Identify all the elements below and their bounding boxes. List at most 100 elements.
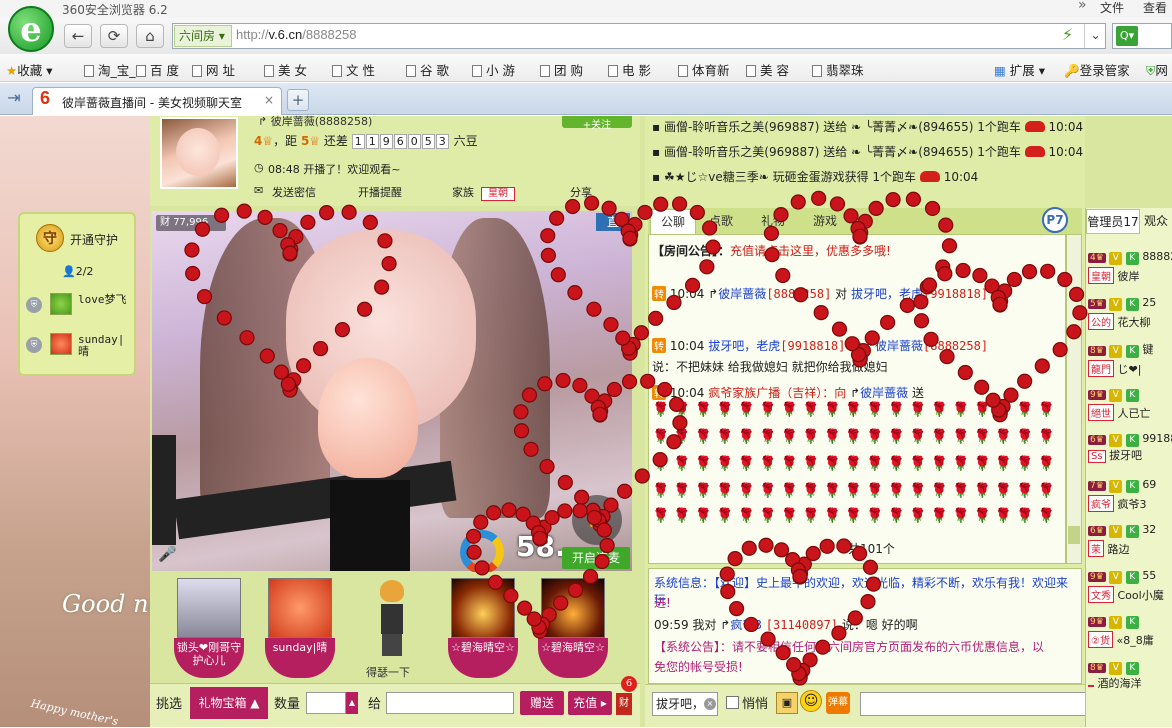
family-badge[interactable]: 皇朝 — [481, 187, 515, 201]
chat-scrollbar[interactable] — [1066, 234, 1082, 564]
lightning-icon[interactable]: ⚡ — [1062, 25, 1073, 44]
user-row[interactable]: 8♛ V K 酒的海洋 — [1088, 660, 1172, 702]
recharge-button[interactable]: 充值 ▸ — [568, 691, 612, 715]
menu-overflow-icon[interactable]: » — [1078, 0, 1087, 13]
k-icon: K — [1125, 252, 1139, 265]
tab-admins[interactable]: 管理员17 — [1086, 209, 1140, 234]
whisper-checkbox[interactable] — [726, 696, 739, 709]
microphone-icon[interactable]: 🎤 — [158, 545, 177, 563]
send-message-link[interactable]: 发送密信 — [272, 184, 316, 200]
user-row[interactable]: 9♛ V K 絕世 人已亡 — [1088, 387, 1172, 429]
volume-meter[interactable] — [152, 435, 176, 545]
smiley-icon[interactable]: ☺ — [800, 690, 822, 712]
url-text[interactable]: http://v.6.cn/8888258 — [236, 27, 356, 42]
gift-card[interactable]: ☆碧海晴空☆ — [448, 578, 518, 678]
home-button[interactable]: ⌂ — [136, 24, 164, 48]
quantity-dropdown-icon[interactable]: ▲ — [346, 692, 358, 714]
clear-icon[interactable]: × — [704, 698, 716, 710]
guard-member[interactable]: ⛨ love梦飞 — [24, 292, 134, 318]
wealth-badge[interactable]: 财 — [616, 693, 632, 715]
gift-card[interactable]: ☆碧海晴空☆ — [538, 578, 608, 678]
login-manager[interactable]: 🔑登录管家 — [1064, 60, 1130, 79]
user-row[interactable]: 8♛ V K 键龍門 じ❤| — [1088, 341, 1172, 383]
gift-box-button[interactable]: 礼物宝箱 ▲ — [190, 687, 268, 719]
tab-song[interactable]: 点歌 — [698, 209, 744, 234]
user-level: 6 — [1090, 526, 1096, 536]
gift-card[interactable]: sunday|晴 — [265, 578, 335, 678]
tab-public-chat[interactable]: 公聊 — [650, 209, 696, 234]
guard-member[interactable]: ⛨ sunday|晴 — [24, 332, 134, 358]
send-gift-button[interactable]: 赠送 — [520, 691, 564, 715]
back-button[interactable]: ← — [64, 24, 92, 48]
new-tab-button[interactable]: + — [287, 89, 309, 111]
user-row[interactable]: 6♛ V K 32 茉 路边 — [1088, 523, 1172, 565]
level-to-text: ，距 — [273, 134, 298, 148]
sidebar-toggle-icon[interactable]: ⇥ — [0, 85, 28, 113]
user-row[interactable]: 6♛ V K 99188 Ss 拔牙吧 — [1088, 432, 1172, 474]
caption-icon[interactable]: 弹幕 — [826, 692, 850, 714]
recipient-input[interactable] — [386, 692, 514, 714]
user-row[interactable]: 5♛ V K 25 公的 花大柳 — [1088, 296, 1172, 338]
scrollbar-thumb[interactable] — [1068, 526, 1080, 544]
login-label: 登录管家 — [1079, 63, 1130, 78]
tab-title[interactable]: 彼岸蔷薇直播间 - 美女视频聊天室 — [62, 94, 258, 111]
forward-badge[interactable]: 转 — [652, 286, 666, 301]
forward-badge[interactable]: 转 — [652, 385, 666, 400]
bookmark-item[interactable]: 淘_宝_ — [84, 60, 136, 79]
lock-icon[interactable]: 🔒 — [572, 495, 622, 545]
browser-logo-icon[interactable]: e — [8, 6, 54, 52]
p7-icon[interactable]: P7 — [1042, 207, 1068, 233]
user-row[interactable]: 7♛ V K 69 疯爷 疯爷3 — [1088, 478, 1172, 520]
open-guard-button[interactable]: 开通守护 — [70, 231, 118, 248]
bookmark-item[interactable]: 文 性 — [332, 60, 375, 79]
shield-extra[interactable]: ⛨网 — [1146, 60, 1168, 79]
guard-icon[interactable]: 守 — [36, 224, 64, 252]
dance-figure-icon[interactable] — [375, 580, 409, 660]
bookmark-item[interactable]: 翡翠珠 — [812, 60, 864, 79]
share-link[interactable]: 分享 — [570, 184, 592, 200]
avatar[interactable] — [50, 293, 72, 315]
user-row[interactable]: 4♛ V K 888825 皇朝 彼岸 — [1088, 250, 1172, 292]
bookmark-item[interactable]: 小 游 — [472, 60, 515, 79]
bookmark-item[interactable]: 电 影 — [608, 60, 651, 79]
message-recipient[interactable]: 彼岸蔷薇 — [860, 386, 908, 400]
search-icon[interactable]: Q▾ — [1116, 26, 1138, 46]
bookmark-item[interactable]: 谷 歌 — [406, 60, 449, 79]
site-chip[interactable]: 六间房 ▾ — [174, 25, 232, 47]
bookmark-item[interactable]: 百 度 — [136, 60, 179, 79]
user-level: 8 — [1090, 662, 1096, 673]
bookmark-item[interactable]: 美 女 — [264, 60, 307, 79]
chevron-down-icon[interactable]: ⌄ — [1084, 24, 1106, 48]
tab-gift[interactable]: 礼物 — [750, 209, 796, 234]
tab-game[interactable]: 游戏 — [802, 209, 848, 234]
bookmark-item[interactable]: 团 购 — [540, 60, 583, 79]
user-row[interactable]: 9♛ V K ②货 «8_8庸 — [1088, 614, 1172, 656]
user-row[interactable]: 9♛ V K 55 文秀 Cool小魔 — [1088, 569, 1172, 611]
notice-link[interactable]: 充值请点击这里，优惠多多哦! — [730, 244, 891, 258]
image-icon[interactable]: ▣ — [776, 692, 798, 714]
connect-mic-button[interactable]: 开启连麦 — [562, 547, 630, 569]
favorites-menu[interactable]: ★收藏 ▾ — [6, 60, 52, 79]
menu-view[interactable]: 查看 — [1143, 0, 1167, 16]
bookmark-item[interactable]: 体育新 — [678, 60, 730, 79]
remind-link[interactable]: 开播提醒 — [358, 184, 402, 200]
message-sender[interactable]: 彼岸蔷薇 — [718, 287, 766, 301]
message-sender[interactable]: 拔牙吧，老虎 — [708, 339, 780, 353]
avatar[interactable] — [50, 333, 72, 355]
bookmark-item[interactable]: 网 址 — [192, 60, 235, 79]
star-icon: ★ — [6, 63, 18, 78]
refresh-button[interactable]: ⟳ — [100, 24, 128, 48]
menu-file[interactable]: 文件 — [1100, 0, 1124, 16]
tab-close-icon[interactable]: × — [264, 93, 274, 107]
forward-badge[interactable]: 转 — [652, 338, 666, 353]
user-name: Cool小魔 — [1117, 588, 1164, 602]
message-recipient[interactable]: 拔牙吧，老虎 — [851, 287, 923, 301]
follow-button[interactable]: +关注 — [562, 116, 632, 131]
tab-audience[interactable]: 观众 — [1144, 209, 1168, 234]
quantity-input[interactable] — [306, 692, 346, 714]
message-recipient[interactable]: 彼岸蔷薇 — [875, 339, 923, 353]
message-recipient[interactable]: 疯爷3 — [730, 618, 762, 632]
bookmark-item[interactable]: 美 容 — [746, 60, 789, 79]
extensions-menu[interactable]: ▦ 扩展 ▾ — [994, 60, 1045, 79]
gift-card[interactable]: 锁头❤刚哥守护心儿 — [174, 578, 244, 678]
